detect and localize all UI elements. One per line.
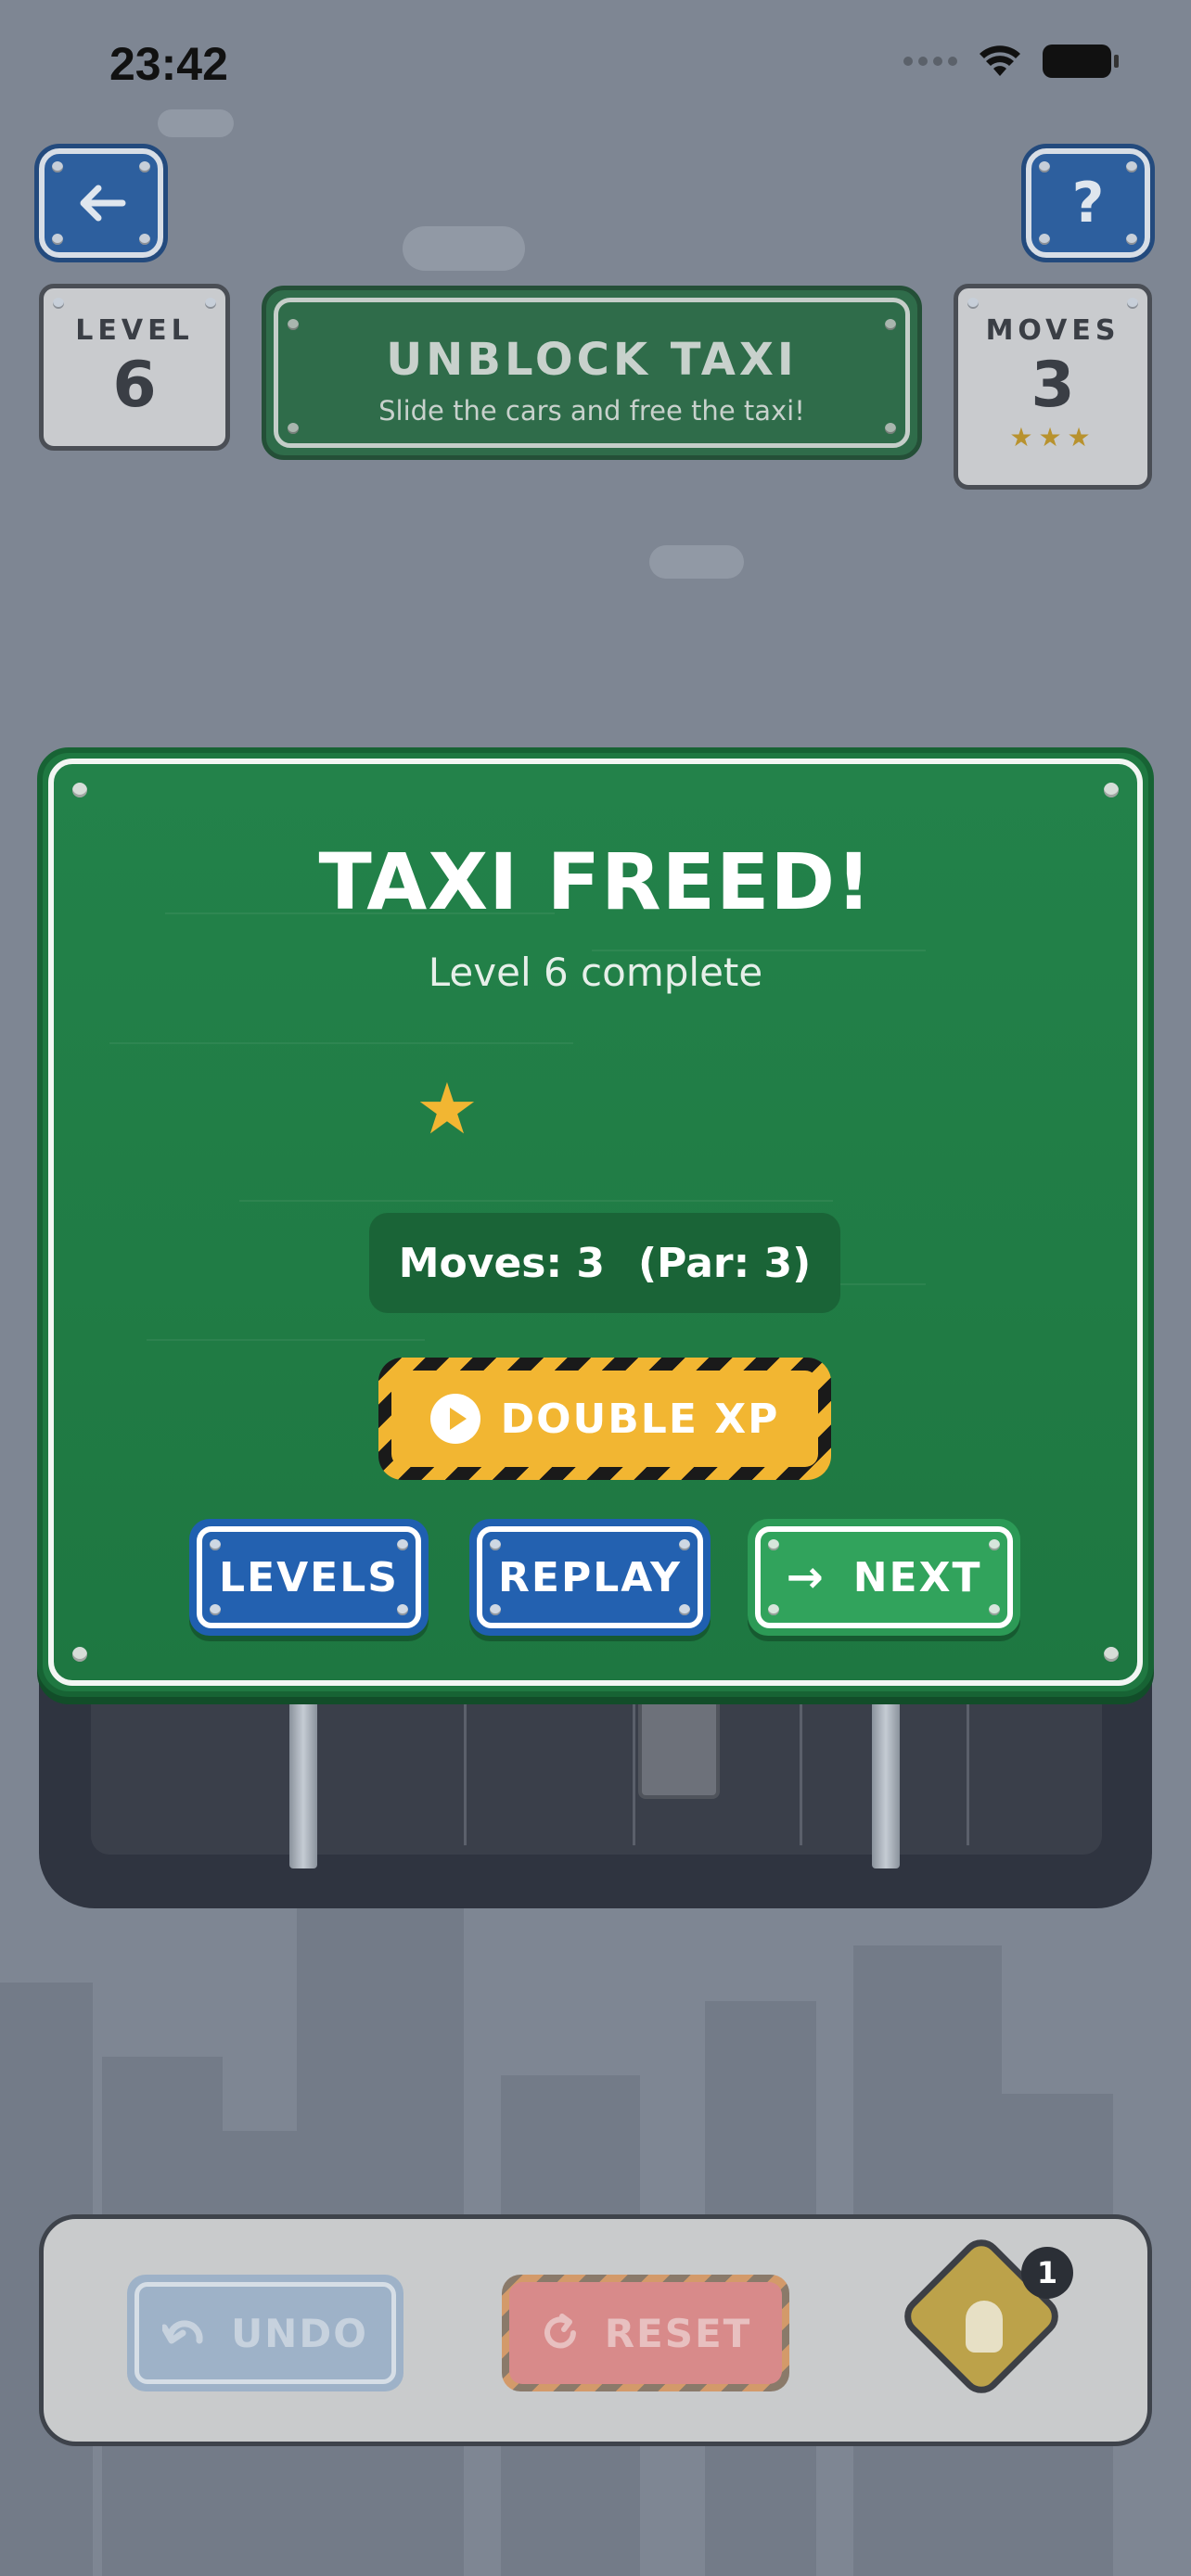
undo-button[interactable]: UNDO [127,2275,403,2391]
levels-button[interactable]: LEVELS [189,1519,429,1636]
cloud [649,545,744,579]
back-button[interactable] [39,148,163,258]
undo-icon [162,2320,203,2344]
arrow-left-icon [80,185,126,222]
reset-icon [544,2314,576,2349]
moves-card: MOVES 3 ★★★ [954,284,1152,490]
play-icon [429,1394,480,1444]
undo-label: UNDO [231,2310,368,2356]
double-xp-label: DOUBLE XP [500,1395,780,1443]
cloud [403,226,525,271]
level-value: 6 [112,349,157,422]
game-subtitle: Slide the cars and free the taxi! [378,395,805,427]
sign-pole-left [289,1669,317,1868]
title-sign: UNBLOCK TAXI Slide the cars and free the… [262,286,922,460]
moves-summary: Moves: 3 (Par: 3) [369,1213,840,1313]
replay-button[interactable]: REPLAY [469,1519,711,1636]
moves-value: 3 [1031,349,1075,422]
game-title: UNBLOCK TAXI [386,334,798,386]
double-xp-button[interactable]: DOUBLE XP [378,1358,831,1480]
signal-icon [903,57,957,66]
level-label: LEVEL [75,314,194,347]
reset-button[interactable]: RESET [502,2275,789,2391]
help-button[interactable]: ? [1026,148,1150,258]
battery-icon [1043,45,1119,78]
car-block [638,1697,720,1799]
moves-result: Moves: 3 [398,1239,606,1287]
cloud [158,109,234,137]
arrow-right-icon: → [786,1551,826,1603]
lightbulb-icon [966,2301,1003,2353]
moves-stars: ★★★ [1009,422,1096,453]
par-result: (Par: 3) [638,1239,812,1287]
status-time: 23:42 [109,38,228,90]
level-card: LEVEL 6 [39,284,230,451]
bottom-toolbar: UNDO RESET 1 [39,2214,1152,2446]
levels-label: LEVELS [219,1553,399,1601]
modal-subtitle: Level 6 complete [428,950,763,995]
sign-pole-right [872,1669,900,1868]
wifi-icon [980,45,1020,76]
star-icon: ★ [415,1067,480,1150]
level-complete-modal: TAXI FREED! Level 6 complete ★ Moves: 3 … [37,747,1154,1697]
status-icons [903,45,1119,78]
next-label: NEXT [852,1553,982,1601]
moves-label: MOVES [985,314,1121,347]
hint-count-badge: 1 [1021,2247,1073,2299]
next-button[interactable]: → NEXT [748,1519,1020,1636]
help-icon: ? [1071,171,1105,236]
modal-title: TAXI FREED! [318,836,873,927]
reset-label: RESET [604,2310,752,2356]
replay-label: REPLAY [498,1553,682,1601]
